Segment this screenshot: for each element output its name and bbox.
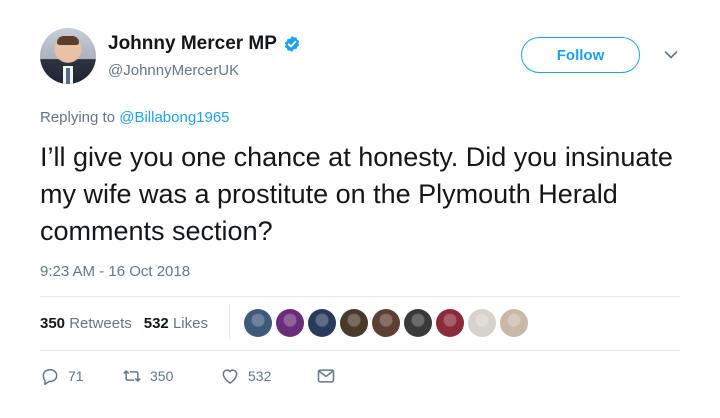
author-name[interactable]: Johnny Mercer MP <box>108 33 277 55</box>
avatar-tie <box>66 68 70 84</box>
reply-button[interactable]: 71 <box>40 366 122 386</box>
retweets-stat-label: Retweets <box>69 315 132 332</box>
replying-to-label: Replying to <box>40 109 116 126</box>
retweet-icon <box>123 370 141 382</box>
retweets-stat-count: 350 <box>40 315 66 332</box>
liker-avatar-6[interactable] <box>404 309 432 337</box>
reply-count: 71 <box>68 368 84 384</box>
author-name-row[interactable]: Johnny Mercer MP <box>108 33 301 55</box>
likes-stat[interactable]: 532 Likes <box>144 315 208 332</box>
likes-stat-label: Likes <box>172 315 208 332</box>
verified-badge-icon <box>284 36 300 52</box>
envelope-icon <box>317 369 335 383</box>
liker-avatars <box>244 309 528 337</box>
liker-avatar-3[interactable] <box>308 309 336 337</box>
heart-icon <box>222 369 238 384</box>
tweet-actions: 71 350 532 <box>40 366 336 386</box>
chevron-down-icon[interactable] <box>664 50 678 60</box>
replying-to: Replying to @Billabong1965 <box>40 109 230 126</box>
retweet-button[interactable]: 350 <box>122 366 220 386</box>
retweets-stat[interactable]: 350 Retweets <box>40 315 132 332</box>
divider-bottom <box>40 350 680 351</box>
engagement-stats: 350 Retweets 532 Likes <box>40 315 208 332</box>
reply-icon <box>42 369 58 386</box>
avatar-hair <box>57 36 79 45</box>
liker-avatar-7[interactable] <box>436 309 464 337</box>
author-handle[interactable]: @JohnnyMercerUK <box>108 62 239 79</box>
liker-avatar-8[interactable] <box>468 309 496 337</box>
liker-avatar-9[interactable] <box>500 309 528 337</box>
reply-mention-link[interactable]: @Billabong1965 <box>119 109 229 126</box>
likes-stat-count: 532 <box>143 315 169 332</box>
like-count: 532 <box>248 368 272 384</box>
liker-avatar-ukip[interactable] <box>276 309 304 337</box>
tweet-timestamp[interactable]: 9:23 AM - 16 Oct 2018 <box>40 263 190 280</box>
like-button[interactable]: 532 <box>220 366 316 386</box>
follow-button[interactable]: Follow <box>521 37 640 73</box>
direct-message-button[interactable] <box>316 366 336 386</box>
retweet-count: 350 <box>150 368 174 384</box>
tweet-text: I’ll give you one chance at honesty. Did… <box>40 142 673 246</box>
profile-avatar[interactable] <box>40 28 96 84</box>
stats-separator <box>229 304 230 340</box>
liker-avatar-1[interactable] <box>244 309 272 337</box>
liker-avatar-5[interactable] <box>372 309 400 337</box>
divider-top <box>40 296 680 297</box>
liker-avatar-4[interactable] <box>340 309 368 337</box>
